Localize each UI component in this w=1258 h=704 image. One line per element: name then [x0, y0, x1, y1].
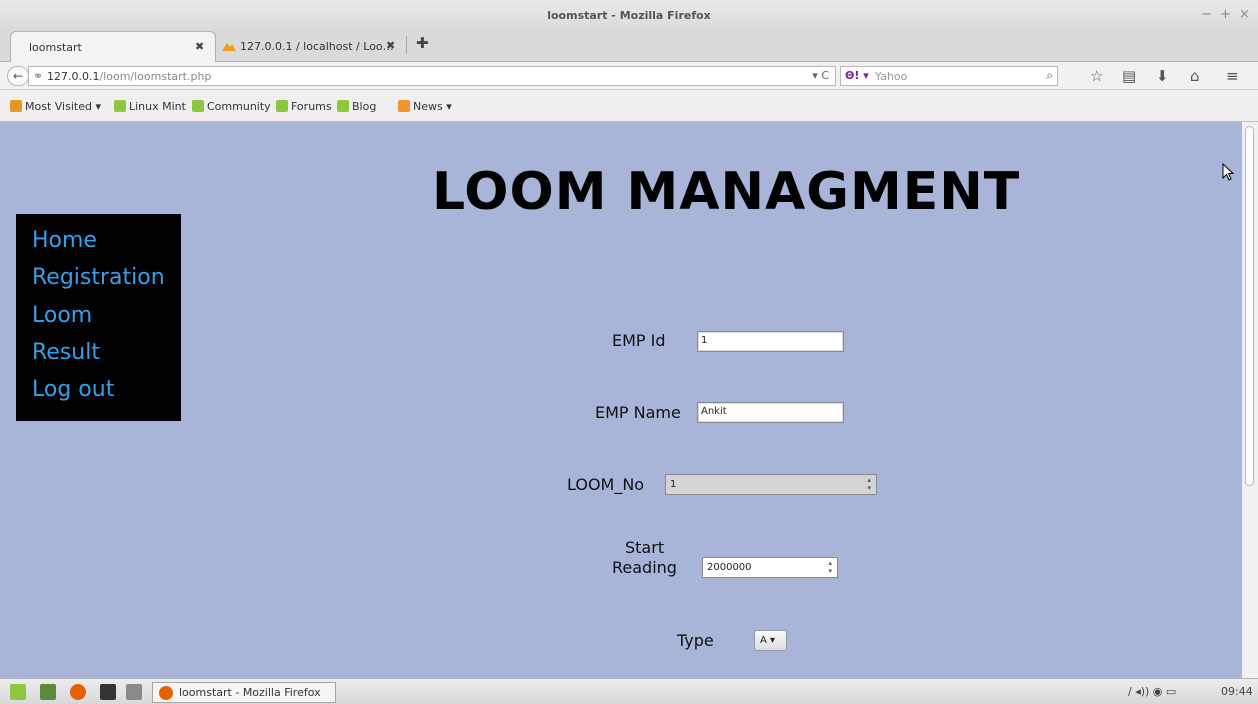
close-tab-icon[interactable]: ✖	[386, 39, 395, 52]
url-text: 127.0.0.1/loom/loomstart.php	[47, 70, 212, 83]
new-tab-icon[interactable]: ✚	[416, 34, 429, 52]
mint-icon	[114, 100, 126, 112]
side-menu: Home Registration Loom Result Log out	[16, 214, 181, 421]
mint-icon	[337, 100, 349, 112]
system-tray-icons[interactable]: ∕ ◂)) ◉ ▭	[1128, 685, 1176, 698]
mint-icon	[192, 100, 204, 112]
menu-link-result[interactable]: Result	[32, 340, 100, 365]
spinner-arrows-icon[interactable]: ▴ ▾	[867, 476, 871, 492]
type-label: Type	[677, 631, 714, 650]
taskbar-window-firefox[interactable]: loomstart - Mozilla Firefox	[152, 682, 336, 703]
bookmark-most-visited[interactable]: Most Visited ▾	[10, 100, 101, 113]
vertical-scrollbar[interactable]	[1242, 122, 1258, 678]
close-window-icon[interactable]: ×	[1239, 7, 1250, 22]
taskbar: loomstart - Mozilla Firefox ∕ ◂)) ◉ ▭ 09…	[0, 678, 1258, 704]
loom-no-stepper[interactable]: 1 ▴ ▾	[665, 474, 877, 495]
tab-bar: loomstart ✖ 127.0.0.1 / localhost / Loo……	[0, 28, 1258, 62]
window-title: loomstart - Mozilla Firefox	[547, 9, 711, 22]
show-desktop-icon[interactable]	[40, 684, 56, 700]
page-content: LOOM MANAGMENT Home Registration Loom Re…	[0, 122, 1242, 678]
menu-link-log-out[interactable]: Log out	[32, 377, 114, 402]
bookmark-blog[interactable]: Blog	[337, 100, 376, 113]
tab-label: loomstart	[29, 41, 82, 54]
type-select[interactable]: A ▾	[754, 630, 787, 651]
back-icon[interactable]: ←	[7, 66, 29, 86]
bookmark-news[interactable]: News ▾	[398, 100, 452, 113]
minimize-icon[interactable]: −	[1201, 7, 1212, 22]
start-reading-value: 2000000	[707, 562, 752, 573]
bookmark-forums[interactable]: Forums	[276, 100, 332, 113]
reading-list-icon[interactable]: ▤	[1122, 67, 1136, 85]
home-icon[interactable]: ⌂	[1190, 67, 1200, 85]
folder-icon	[10, 100, 22, 112]
start-reading-label-line2: Reading	[612, 558, 677, 577]
tab-label: 127.0.0.1 / localhost / Loo…	[240, 40, 394, 53]
site-identity-icon: ⚭	[33, 69, 44, 83]
clock[interactable]: 09:44	[1221, 685, 1253, 698]
url-bar[interactable]: ⚭ 127.0.0.1/loom/loomstart.php ▾ C	[28, 66, 836, 86]
emp-name-label: EMP Name	[595, 403, 681, 422]
bookmark-star-icon[interactable]: ☆	[1090, 67, 1103, 85]
bookmarks-toolbar: Most Visited ▾ Linux Mint Community Foru…	[0, 90, 1258, 122]
menu-icon[interactable]: ≡	[1226, 67, 1239, 85]
firefox-launcher-icon[interactable]	[70, 684, 86, 700]
mint-icon	[276, 100, 288, 112]
window-titlebar: loomstart - Mozilla Firefox − + ×	[0, 0, 1258, 28]
start-reading-stepper[interactable]: 2000000 ▴ ▾	[702, 557, 838, 578]
phpmyadmin-icon	[222, 43, 236, 51]
downloads-icon[interactable]: ⬇	[1156, 67, 1169, 85]
files-icon[interactable]	[126, 684, 142, 700]
firefox-icon	[159, 686, 173, 700]
taskbar-window-label: loomstart - Mozilla Firefox	[179, 686, 321, 699]
tab-separator	[406, 36, 407, 54]
tab-phpmyadmin[interactable]: 127.0.0.1 / localhost / Loo… ✖	[216, 31, 406, 62]
search-bar[interactable]: Θ! ▾ Yahoo ⌕	[840, 66, 1058, 86]
emp-id-field[interactable]: 1	[697, 331, 844, 352]
start-reading-label-line1: Start	[625, 538, 665, 557]
rss-icon	[398, 100, 410, 112]
emp-name-field[interactable]: Ankit	[697, 402, 844, 423]
mint-menu-icon[interactable]	[10, 684, 26, 700]
bookmark-community[interactable]: Community	[192, 100, 271, 113]
menu-link-registration[interactable]: Registration	[32, 265, 165, 290]
spinner-arrows-icon[interactable]: ▴ ▾	[828, 559, 832, 575]
scrollbar-thumb[interactable]	[1245, 126, 1254, 486]
loom-no-label: LOOM_No	[567, 475, 645, 494]
bookmark-linux-mint[interactable]: Linux Mint	[114, 100, 186, 113]
close-tab-icon[interactable]: ✖	[195, 40, 204, 53]
menu-link-home[interactable]: Home	[32, 228, 97, 253]
loom-no-value: 1	[670, 479, 677, 490]
emp-id-label: EMP Id	[612, 331, 666, 350]
menu-link-loom[interactable]: Loom	[32, 303, 92, 328]
reload-icon[interactable]: ▾ C	[812, 69, 829, 82]
tab-loomstart[interactable]: loomstart ✖	[10, 31, 216, 62]
maximize-icon[interactable]: +	[1220, 7, 1231, 22]
search-placeholder: Yahoo	[875, 70, 908, 83]
mouse-cursor-icon	[1222, 163, 1234, 181]
navigation-bar: ← ⚭ 127.0.0.1/loom/loomstart.php ▾ C Θ! …	[0, 62, 1258, 90]
terminal-icon[interactable]	[100, 684, 116, 700]
page-heading: LOOM MANAGMENT	[432, 162, 1021, 222]
search-icon[interactable]: ⌕	[1046, 68, 1053, 83]
yahoo-engine-icon[interactable]: Θ! ▾	[845, 69, 869, 82]
